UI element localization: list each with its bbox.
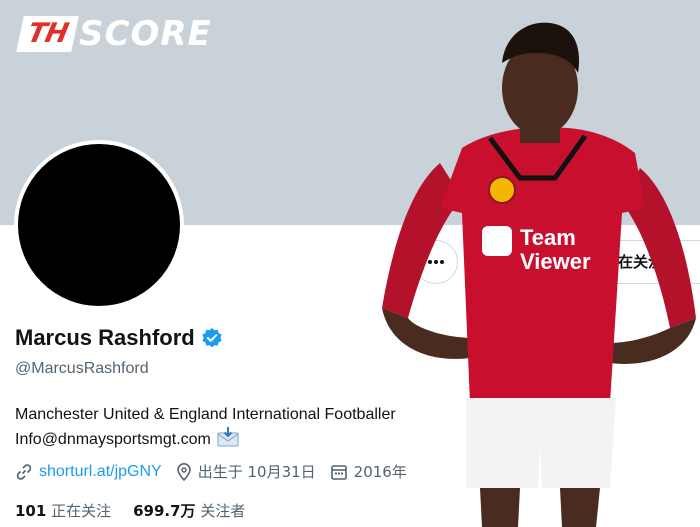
profile-meta: shorturl.at/jpGNY 出生于 10月31日 2016年 <box>15 461 421 482</box>
handle: @MarcusRashford <box>15 360 149 377</box>
location-pin-icon <box>176 462 191 481</box>
avatar[interactable] <box>14 140 184 310</box>
following-stat[interactable]: 101 正在关注 <box>15 500 111 521</box>
sponsor-line-2: Viewer <box>520 249 591 274</box>
birthday-text: 出生于 10月31日 <box>197 463 316 481</box>
bio-email: Info@dnmaysportsmgt.com <box>15 431 211 448</box>
link-icon <box>16 463 32 480</box>
sponsor-line-1: Team <box>520 225 576 250</box>
following-count: 101 <box>15 502 47 520</box>
followers-count: 699.7万 <box>133 502 196 520</box>
follow-stats: 101 正在关注 699.7万 关注者 <box>15 500 267 521</box>
display-name: Marcus Rashford <box>15 325 195 350</box>
thscore-logo: TH SCORE <box>16 14 212 54</box>
verified-badge-icon[interactable] <box>201 327 223 349</box>
profile-link-text[interactable]: shorturl.at/jpGNY <box>39 463 162 481</box>
birthday: 出生于 10月31日 <box>176 461 316 482</box>
followers-label: 关注者 <box>200 502 246 520</box>
logo-prefix: TH <box>16 16 79 52</box>
calendar-icon <box>330 464 347 480</box>
logo-suffix: SCORE <box>79 14 212 54</box>
following-label: 正在关注 <box>51 502 112 520</box>
name-row: Marcus Rashford <box>15 325 223 351</box>
profile-link[interactable]: shorturl.at/jpGNY <box>15 463 162 481</box>
player-photo: Team Viewer <box>382 22 696 527</box>
envelope-download-icon <box>217 427 239 447</box>
followers-stat[interactable]: 699.7万 关注者 <box>133 500 245 521</box>
